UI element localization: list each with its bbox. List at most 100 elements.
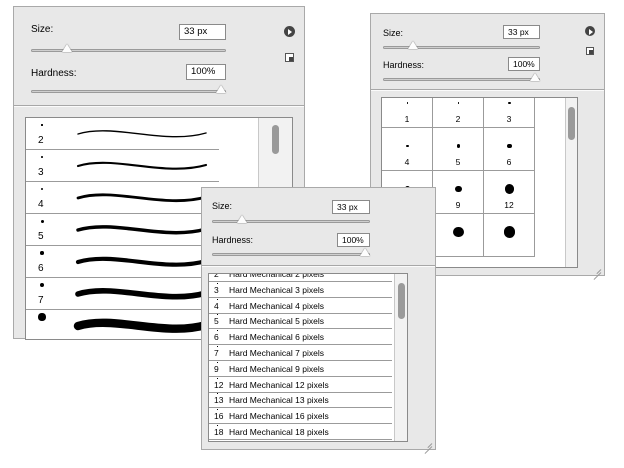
brush-thumbnail-cell[interactable]: 1 — [382, 98, 433, 128]
divider — [202, 265, 435, 267]
brush-name-row[interactable]: 3 Hard Mechanical 3 pixels — [209, 282, 392, 298]
resize-grip-icon[interactable] — [592, 264, 602, 274]
brush-size-label: 2 — [455, 114, 461, 124]
brush-tip-dot — [217, 361, 218, 363]
brush-tip-dot — [217, 298, 218, 300]
vertical-scrollbar[interactable] — [565, 98, 577, 267]
hardness-label: Hardness: — [31, 68, 77, 79]
stroke-preview — [75, 256, 209, 267]
flyout-menu-icon[interactable] — [284, 26, 295, 37]
new-preset-icon[interactable] — [285, 53, 294, 62]
stroke-preview-path — [76, 193, 208, 203]
scrollbar-thumb[interactable] — [398, 283, 405, 319]
hardness-slider-thumb[interactable] — [360, 248, 370, 256]
hardness-slider-track[interactable] — [383, 78, 540, 81]
size-slider-thumb[interactable] — [62, 44, 73, 52]
brush-preset-row[interactable] — [26, 310, 219, 339]
brush-tip-dot — [507, 143, 512, 149]
brush-thumbnail-cell[interactable]: 6 — [484, 128, 535, 171]
brush-thumbnail-cell[interactable]: 5 — [433, 128, 484, 171]
brush-preset-row[interactable]: 7 — [26, 278, 219, 310]
hardness-field[interactable]: 100% — [186, 64, 226, 80]
brush-size-label: 1 — [404, 114, 410, 124]
hardness-field[interactable]: 100% — [508, 57, 540, 71]
stroke-preview — [75, 288, 209, 300]
size-slider-thumb[interactable] — [237, 215, 248, 223]
brush-preset-row[interactable]: 3 — [26, 150, 219, 182]
size-slider-track[interactable] — [383, 46, 540, 49]
brush-thumbnail-cell[interactable]: 3 — [484, 98, 535, 128]
brush-tip-dot — [41, 156, 43, 158]
brush-name-label: Hard Mechanical 6 pixels — [229, 332, 324, 343]
brush-name-list[interactable]: 2 Hard Mechanical 2 pixels 3 Hard Mechanica… — [208, 273, 408, 442]
size-field[interactable]: 33 px — [332, 200, 370, 214]
hardness-slider-thumb[interactable] — [530, 73, 540, 81]
size-slider-track[interactable] — [212, 220, 370, 223]
brush-thumbnail-cell[interactable]: 12 — [484, 171, 535, 214]
brush-tip-dot — [40, 219, 44, 223]
brush-size-label: 3 — [214, 284, 219, 295]
brush-thumbnail-cell[interactable]: 2 — [433, 98, 484, 128]
brush-tip-dot — [457, 102, 460, 104]
size-slider-thumb[interactable] — [407, 41, 418, 49]
brush-preset-row[interactable]: 6 — [26, 246, 219, 278]
hardness-slider-track[interactable] — [212, 253, 370, 256]
hardness-slider-thumb[interactable] — [216, 85, 226, 93]
brush-thumbnail-cell[interactable]: 4 — [382, 128, 433, 171]
brush-tip-dot — [217, 314, 218, 316]
brush-name-row[interactable]: 16 Hard Mechanical 16 pixels — [209, 408, 392, 425]
hardness-slider-track[interactable] — [31, 90, 226, 93]
brush-name-row[interactable]: 9 Hard Mechanical 9 pixels — [209, 361, 392, 377]
size-slider-track[interactable] — [31, 49, 226, 52]
brush-size-label: 6 — [214, 332, 219, 343]
brush-name-label: Hard Mechanical 3 pixels — [229, 284, 324, 295]
brush-size-label: 6 — [38, 263, 44, 274]
brush-name-row[interactable]: 13 Hard Mechanical 13 pixels — [209, 392, 392, 409]
brush-name-row[interactable]: 6 Hard Mechanical 6 pixels — [209, 329, 392, 346]
brush-name-label: Hard Mechanical 4 pixels — [229, 300, 324, 311]
brush-size-label: 18 — [214, 427, 224, 437]
brush-name-label: Hard Mechanical 18 pixels — [229, 427, 329, 437]
brush-size-label: 7 — [38, 295, 44, 306]
brush-tip-dot — [217, 409, 218, 411]
size-label: Size: — [212, 201, 233, 211]
brush-name-row[interactable]: 12 Hard Mechanical 12 pixels — [209, 377, 392, 393]
size-field[interactable]: 33 px — [179, 24, 226, 40]
brush-thumbnail-cell[interactable]: 9 — [433, 171, 484, 214]
brush-preset-row[interactable]: 4 — [26, 182, 219, 214]
brush-name-row[interactable]: 4 Hard Mechanical 4 pixels — [209, 298, 392, 314]
stroke-preview — [76, 225, 208, 235]
brush-preset-row[interactable]: 2 — [26, 118, 219, 150]
stroke-preview — [76, 193, 208, 203]
hardness-field[interactable]: 100% — [337, 233, 370, 247]
brush-size-label: 12 — [504, 200, 514, 210]
brush-name-row[interactable]: 7 Hard Mechanical 7 pixels — [209, 345, 392, 361]
brush-thumbnail-cell[interactable] — [433, 214, 484, 257]
brush-name-row[interactable]: 2 Hard Mechanical 2 pixels — [209, 274, 392, 282]
flyout-menu-icon[interactable] — [585, 26, 595, 36]
size-field[interactable]: 33 px — [503, 25, 540, 39]
brush-tip-dot — [406, 144, 409, 148]
brush-name-row[interactable]: 18 Hard Mechanical 18 pixels — [209, 424, 392, 440]
brush-size-label: 5 — [455, 157, 461, 167]
resize-grip-icon[interactable] — [423, 438, 433, 448]
stroke-preview — [73, 318, 211, 333]
brush-name-row[interactable]: 5 Hard Mechanical 5 pixels — [209, 313, 392, 330]
brush-preset-row[interactable]: 5 — [26, 214, 219, 246]
stroke-preview-path — [76, 225, 208, 235]
brush-size-label: 16 — [214, 411, 224, 422]
brush-name-label: Hard Mechanical 13 pixels — [229, 395, 329, 406]
vertical-scrollbar[interactable] — [394, 274, 407, 441]
brush-size-label: 5 — [214, 316, 219, 327]
brush-tip-dot — [40, 187, 44, 191]
brush-tip-dot — [217, 393, 218, 395]
divider — [14, 105, 304, 107]
brush-tip-dot — [453, 226, 464, 238]
new-preset-icon[interactable] — [586, 47, 594, 55]
stroke-preview-path — [75, 288, 209, 300]
brush-thumbnail-cell[interactable] — [484, 214, 535, 257]
scrollbar-thumb[interactable] — [272, 125, 279, 154]
hardness-label: Hardness: — [383, 60, 425, 70]
scrollbar-thumb[interactable] — [568, 107, 575, 140]
stroke-preview — [76, 161, 208, 170]
